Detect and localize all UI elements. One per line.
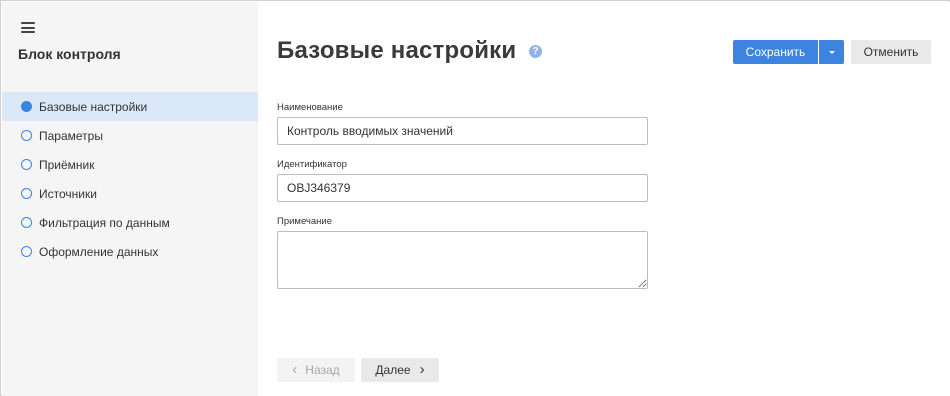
help-icon[interactable]: ? bbox=[529, 45, 542, 58]
identifier-label: Идентификатор bbox=[277, 159, 347, 170]
note-label: Примечание bbox=[277, 216, 332, 227]
sidebar-item-basic-settings[interactable]: Базовые настройки bbox=[2, 92, 258, 121]
sidebar-item-data-filtering[interactable]: Фильтрация по данным bbox=[2, 208, 258, 237]
sidebar-item-label: Фильтрация по данным bbox=[39, 215, 170, 230]
save-dropdown-chevron-down-icon[interactable] bbox=[819, 40, 844, 64]
page-title: Базовые настройки bbox=[277, 37, 517, 64]
sidebar-item-sources[interactable]: Источники bbox=[2, 179, 258, 208]
radio-dot-icon bbox=[21, 101, 32, 112]
radio-dot-icon bbox=[21, 159, 32, 170]
sidebar-item-label: Источники bbox=[39, 186, 97, 201]
back-button-label: Назад bbox=[305, 363, 340, 377]
radio-dot-icon bbox=[21, 130, 32, 141]
sidebar-item-label: Приёмник bbox=[39, 157, 95, 172]
chevron-left-icon: ‹ bbox=[292, 360, 298, 378]
radio-dot-icon bbox=[21, 188, 32, 199]
cancel-button[interactable]: Отменить bbox=[851, 40, 931, 64]
window-frame: Блок контроля Базовые настройки Параметр… bbox=[0, 0, 950, 396]
name-label: Наименование bbox=[277, 102, 343, 113]
chevron-right-icon: › bbox=[419, 360, 425, 378]
back-button: ‹ Назад bbox=[277, 358, 355, 382]
next-button-label: Далее bbox=[375, 363, 411, 377]
save-button[interactable]: Сохранить bbox=[733, 40, 818, 64]
hamburger-menu-icon[interactable] bbox=[21, 22, 35, 33]
radio-dot-icon bbox=[21, 246, 32, 257]
sidebar-item-receiver[interactable]: Приёмник bbox=[2, 150, 258, 179]
sidebar: Блок контроля Базовые настройки Параметр… bbox=[2, 2, 258, 396]
radio-dot-icon bbox=[21, 217, 32, 228]
sidebar-nav: Базовые настройки Параметры Приёмник Ист… bbox=[2, 92, 258, 266]
sidebar-item-data-formatting[interactable]: Оформление данных bbox=[2, 237, 258, 266]
note-field[interactable] bbox=[277, 231, 648, 289]
sidebar-item-label: Базовые настройки bbox=[39, 99, 148, 114]
next-button[interactable]: Далее › bbox=[361, 358, 439, 382]
sidebar-item-label: Параметры bbox=[39, 128, 103, 143]
main-content: Базовые настройки ? Сохранить Отменить Н… bbox=[258, 2, 950, 396]
sidebar-title: Блок контроля bbox=[18, 46, 121, 62]
sidebar-item-label: Оформление данных bbox=[39, 244, 159, 259]
sidebar-item-parameters[interactable]: Параметры bbox=[2, 121, 258, 150]
name-field[interactable] bbox=[277, 117, 648, 145]
identifier-field[interactable] bbox=[277, 174, 648, 202]
